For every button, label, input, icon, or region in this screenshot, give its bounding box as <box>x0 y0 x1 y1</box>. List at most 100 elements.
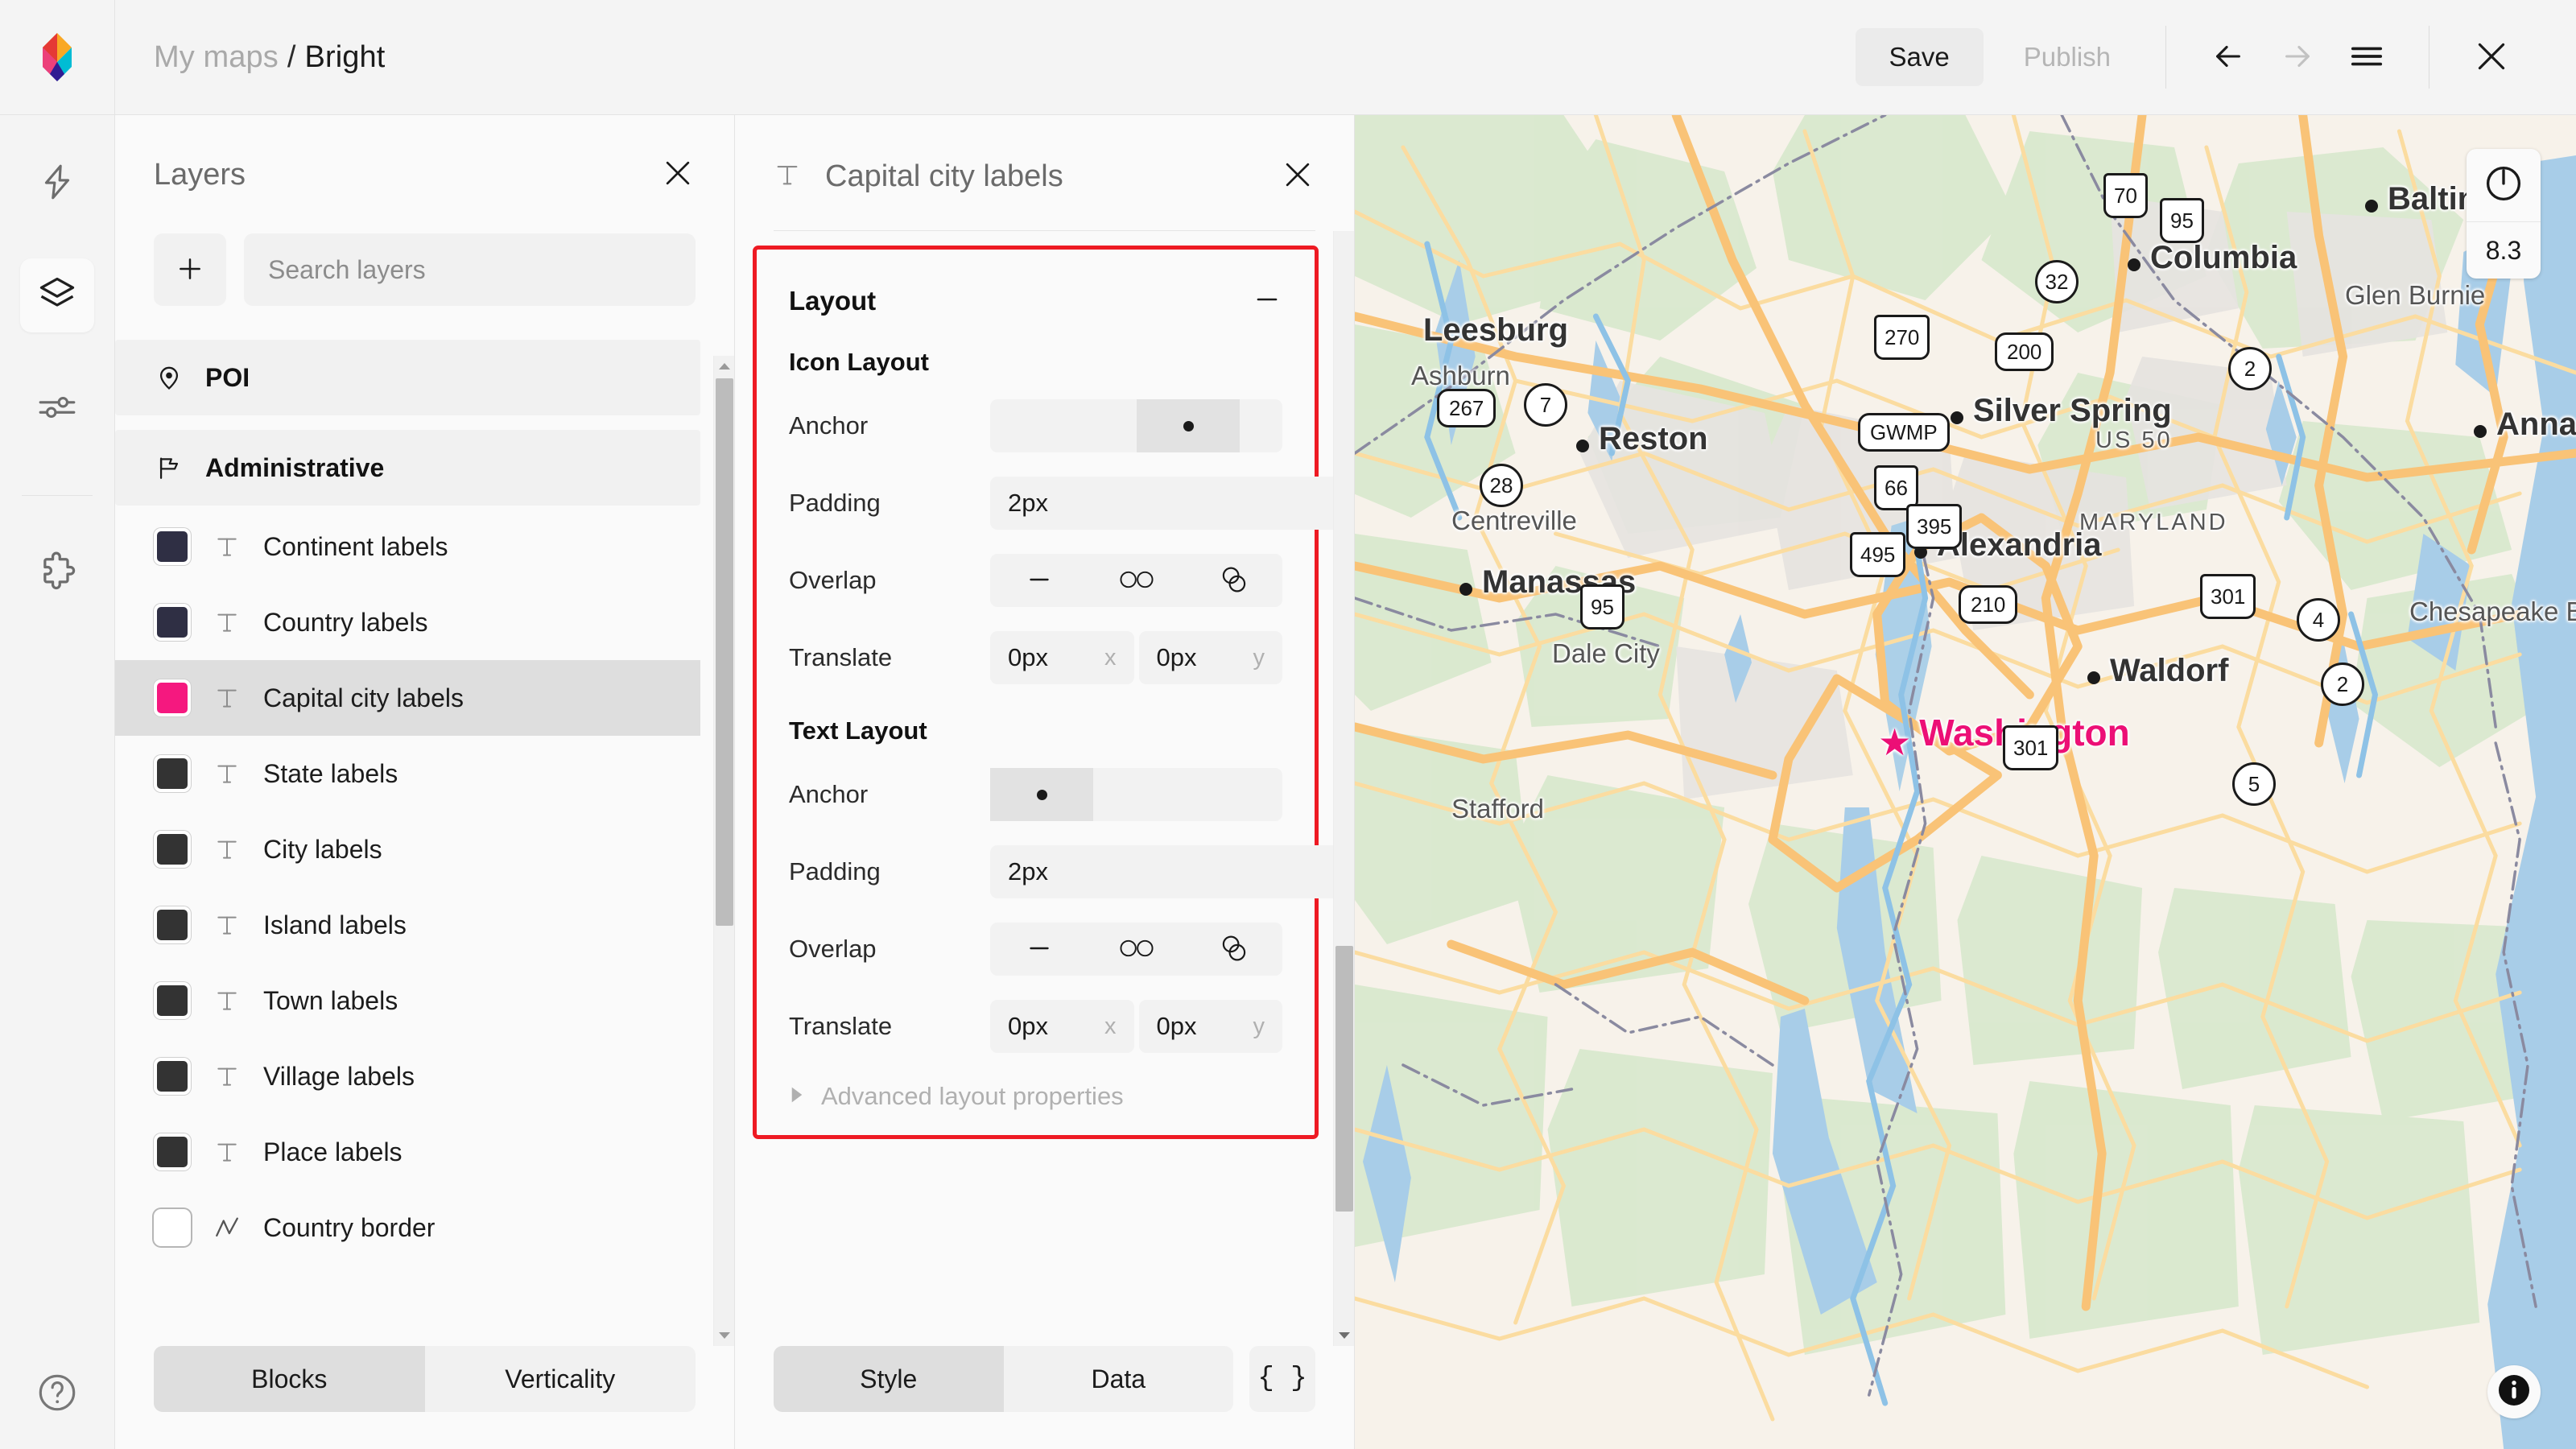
icon-padding-input[interactable] <box>990 477 1347 530</box>
tab-verticality[interactable]: Verticality <box>425 1346 696 1412</box>
layer-name-label: Continent labels <box>263 531 448 561</box>
layer-color-swatch[interactable] <box>154 604 191 641</box>
overlap-cooperative-option[interactable] <box>1191 558 1278 603</box>
never-icon <box>1025 565 1054 597</box>
properties-scrollbar-thumb[interactable] <box>1335 946 1353 1212</box>
properties-scrollbar[interactable] <box>1333 231 1354 1346</box>
arrow-left-icon <box>2210 38 2247 77</box>
breadcrumb-current: Bright <box>304 39 386 74</box>
text-padding-input[interactable] <box>990 845 1347 898</box>
layer-row[interactable]: Village labels <box>115 1038 700 1114</box>
map-road-shield: 495 <box>1850 532 1906 577</box>
properties-panel-title: Capital city labels <box>825 159 1063 193</box>
search-layers-input[interactable] <box>244 233 696 306</box>
layer-color-swatch[interactable] <box>154 906 191 943</box>
layer-color-swatch[interactable] <box>154 1209 191 1246</box>
icon-anchor-selected-cell[interactable] <box>1137 399 1240 452</box>
layer-row[interactable]: Place labels <box>115 1114 700 1190</box>
rail-item-layers[interactable] <box>20 258 94 332</box>
reset-bearing-button[interactable] <box>2467 149 2541 221</box>
left-icon-rail <box>0 115 115 1449</box>
json-editor-button[interactable]: { } <box>1249 1346 1315 1412</box>
icon-overlap-selector[interactable] <box>990 554 1282 607</box>
layer-row[interactable]: Country labels <box>115 584 700 660</box>
map-info-button[interactable] <box>2487 1365 2541 1418</box>
layer-row[interactable]: Country border <box>115 1190 700 1265</box>
layer-color-swatch[interactable] <box>154 831 191 868</box>
text-translate-y-field[interactable]: 0px y <box>1138 1000 1282 1053</box>
properties-scrollbar-track[interactable] <box>1334 237 1354 1325</box>
tab-style[interactable]: Style <box>774 1346 1004 1412</box>
layer-color-swatch[interactable] <box>154 755 191 792</box>
menu-button[interactable] <box>2332 23 2401 92</box>
close-layers-panel-button[interactable] <box>660 155 696 195</box>
layer-name-label: Country labels <box>263 607 428 637</box>
layer-row[interactable]: Capital city labels <box>115 660 700 736</box>
overlap-always-option[interactable] <box>1093 558 1180 603</box>
text-translate-x-field[interactable]: 0px x <box>990 1000 1134 1053</box>
advanced-layout-properties-label: Advanced layout properties <box>821 1082 1124 1110</box>
layers-scrollbar-thumb[interactable] <box>716 378 733 926</box>
layer-row[interactable]: Town labels <box>115 963 700 1038</box>
text-overlap-selector[interactable] <box>990 923 1282 976</box>
scroll-up-arrow-icon[interactable] <box>1338 231 1351 237</box>
text-anchor-selected-cell[interactable] <box>990 768 1093 821</box>
scroll-up-arrow-icon[interactable] <box>718 356 731 377</box>
map-road-shield: 95 <box>1580 584 1624 630</box>
advanced-layout-properties-toggle[interactable]: Advanced layout properties <box>789 1082 1282 1111</box>
layer-color-swatch[interactable] <box>154 528 191 565</box>
always-icon <box>1118 568 1155 594</box>
close-editor-button[interactable] <box>2457 23 2526 92</box>
layer-color-swatch[interactable] <box>154 982 191 1019</box>
layers-scrollbar-track[interactable] <box>714 377 734 1325</box>
layer-color-swatch[interactable] <box>154 1133 191 1170</box>
save-button[interactable]: Save <box>1855 28 1984 86</box>
rail-item-settings[interactable] <box>20 371 94 445</box>
overlap-cooperative-option[interactable] <box>1191 927 1278 972</box>
text-anchor-row: Anchor <box>789 760 1282 829</box>
overlap-never-option[interactable] <box>996 558 1083 603</box>
layer-row[interactable]: City labels <box>115 811 700 887</box>
layer-group-poi[interactable]: POI <box>115 340 700 415</box>
close-properties-panel-button[interactable] <box>1280 157 1315 196</box>
tab-data[interactable]: Data <box>1004 1346 1234 1412</box>
map-zoom-widget[interactable]: 8.3 <box>2467 149 2541 279</box>
style-data-segmented-control[interactable]: Style Data <box>774 1346 1233 1412</box>
overlap-always-option[interactable] <box>1093 927 1180 972</box>
blocks-verticality-segmented-control[interactable]: Blocks Verticality <box>154 1346 696 1412</box>
icon-layout-heading: Icon Layout <box>789 348 929 376</box>
forward-button[interactable] <box>2263 23 2332 92</box>
map-canvas[interactable]: Baltimore Columbia Glen Burnie Leesburg Ashb… <box>1355 115 2576 1449</box>
publish-button[interactable]: Publish <box>1996 28 2138 86</box>
plus-icon <box>174 253 206 287</box>
collapse-layout-section-button[interactable] <box>1252 284 1282 319</box>
maptiler-logo-icon[interactable] <box>36 31 78 83</box>
tab-blocks[interactable]: Blocks <box>154 1346 425 1412</box>
layer-row[interactable]: State labels <box>115 736 700 811</box>
layer-row[interactable]: Continent labels <box>115 509 700 584</box>
scroll-down-arrow-icon[interactable] <box>1338 1325 1351 1346</box>
map-road-shield: 7 <box>1524 383 1567 427</box>
layer-color-swatch[interactable] <box>154 679 191 716</box>
back-button[interactable] <box>2194 23 2263 92</box>
layer-group-administrative[interactable]: Administrative <box>115 430 700 506</box>
text-type-icon <box>774 161 801 192</box>
anchor-dot-icon <box>1183 420 1194 431</box>
rail-item-plugins[interactable] <box>20 536 94 610</box>
layer-color-swatch[interactable] <box>154 1058 191 1095</box>
help-button[interactable] <box>35 1371 79 1418</box>
layer-row[interactable]: Island labels <box>115 887 700 963</box>
icon-translate-y-field[interactable]: 0px y <box>1138 631 1282 684</box>
breadcrumb-root[interactable]: My maps <box>154 40 279 75</box>
layers-panel-header: Layers <box>115 115 734 195</box>
icon-anchor-selector[interactable] <box>990 399 1282 452</box>
text-anchor-selector[interactable] <box>990 768 1282 821</box>
layers-scrollbar[interactable] <box>713 356 734 1346</box>
icon-translate-x-field[interactable]: 0px x <box>990 631 1134 684</box>
scroll-down-arrow-icon[interactable] <box>718 1325 731 1346</box>
rail-item-quickstart[interactable] <box>20 146 94 220</box>
add-layer-button[interactable] <box>154 233 226 306</box>
text-overlap-label: Overlap <box>789 935 877 963</box>
text-translate-x-suffix: x <box>1104 1013 1117 1039</box>
overlap-never-option[interactable] <box>996 927 1083 972</box>
